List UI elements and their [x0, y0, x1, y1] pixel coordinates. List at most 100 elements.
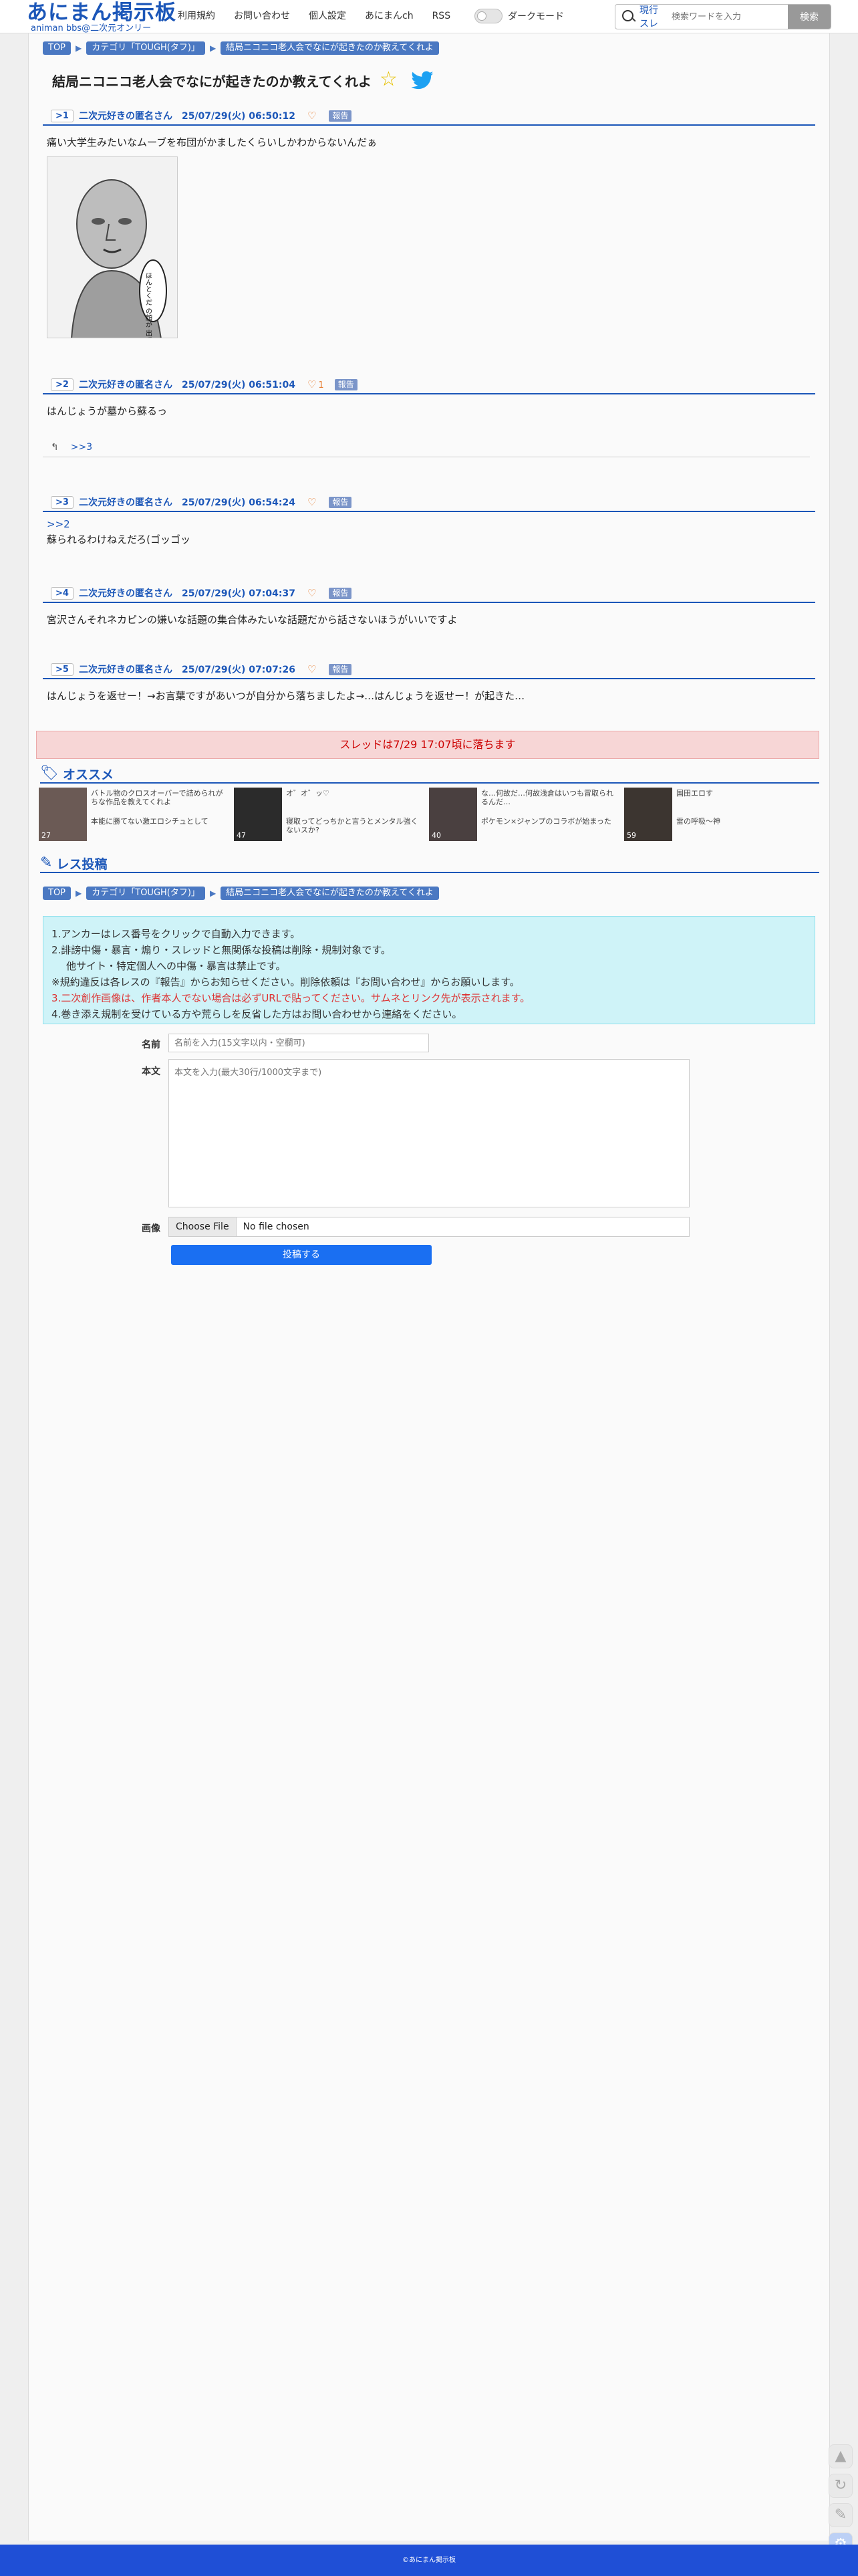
nav-rss[interactable]: RSS	[432, 9, 451, 23]
site-footer: ©あにまん掲示板	[0, 2545, 858, 2576]
post: >2 二次元好きの匿名さん 25/07/29(火) 06:51:04 ♡ 1 報告…	[43, 376, 815, 419]
breadcrumb-thread[interactable]: 結局ニコニコ老人会でなにが起きたのか教えてくれよ	[221, 887, 439, 900]
toggle-switch[interactable]	[474, 9, 503, 23]
recommend-thumbnail[interactable]: 27	[39, 788, 87, 841]
post-author: 二次元好きの匿名さん	[78, 588, 172, 599]
post-header: >4 二次元好きの匿名さん 25/07/29(火) 07:04:37 ♡ 報告	[43, 584, 815, 603]
search-scope[interactable]: 現行スレ	[639, 3, 666, 30]
post-number[interactable]: >3	[51, 495, 74, 509]
scroll-top-icon[interactable]: ▲	[829, 2444, 853, 2468]
post-date: 25/07/29(火) 06:50:12	[181, 111, 295, 122]
post-body: はんじょうが墓から蘇るっ	[47, 405, 168, 417]
post-header: >2 二次元好きの匿名さん 25/07/29(火) 06:51:04 ♡ 1 報告	[43, 376, 815, 394]
chevron-right-icon: ▶	[209, 889, 217, 898]
recommend-title-text[interactable]: 国田エロす	[676, 789, 814, 798]
chevron-right-icon: ▶	[76, 43, 82, 53]
bald-man-drawing: ほんとくだ の顔が 出てきた	[47, 157, 177, 338]
post-number[interactable]: >1	[51, 109, 74, 122]
rule-line: 1.アンカーはレス番号をクリックで自動入力できます。	[51, 928, 301, 940]
recommend-heading: 🏷 オススメ	[40, 765, 819, 784]
recommend-title-text[interactable]: バトル物のクロスオーバーで詰められがちな作品を教えてくれよ	[91, 789, 229, 806]
report-button[interactable]: 報告	[329, 587, 352, 599]
report-button[interactable]: 報告	[329, 663, 352, 675]
recommend-sub-text[interactable]: 雷の呼吸～神	[676, 817, 814, 826]
twitter-share-icon[interactable]	[410, 71, 434, 91]
rule-line: 3.二次創作画像は、作者本人でない場合は必ずURLで貼ってください。サムネとリン…	[51, 992, 531, 1004]
rule-line: ※規約違反は各レスの『報告』からお知らせください。削除依頼は『お問い合わせ』から…	[51, 976, 520, 988]
post: >4 二次元好きの匿名さん 25/07/29(火) 07:04:37 ♡ 報告 …	[43, 584, 815, 627]
report-button[interactable]: 報告	[329, 110, 352, 122]
post-form-title: レス投稿	[56, 856, 108, 872]
recommend-thumbnail[interactable]: 59	[624, 788, 672, 841]
logo-sub: animan bbs@二次元オンリー	[31, 23, 152, 33]
recommend-sub-text[interactable]: ポケモン×ジャンプのコラボが始まった	[481, 817, 619, 826]
like-heart-icon[interactable]: ♡	[307, 110, 318, 122]
reply-link[interactable]: >>3	[71, 442, 92, 453]
reply-arrow-icon: ↰	[51, 441, 59, 453]
thread-title: 結局ニコニコ老人会でなにが起きたのか教えてくれよ	[52, 74, 372, 90]
site-logo[interactable]: あにまん掲示板 animan bbs@二次元オンリー	[27, 1, 176, 33]
edit-icon[interactable]: ✎	[829, 2503, 853, 2527]
breadcrumb: TOP ▶ カテゴリ「TOUGH(タフ)」 ▶ 結局ニコニコ老人会でなにが起きた…	[43, 887, 439, 900]
post-date: 25/07/29(火) 07:04:37	[181, 588, 295, 599]
post-number[interactable]: >2	[51, 378, 74, 391]
breadcrumb-top[interactable]: TOP	[43, 887, 72, 900]
anchor-link[interactable]: >>2	[47, 517, 815, 531]
submit-button[interactable]: 投稿する	[171, 1245, 432, 1265]
reload-icon[interactable]: ↻	[829, 2474, 853, 2498]
body-textarea[interactable]	[168, 1059, 690, 1207]
search-icon	[618, 7, 638, 27]
recommend-title-text[interactable]: な…何故だ…何故浅倉はいつも冒取られるんだ…	[481, 789, 619, 806]
favorite-star-icon[interactable]: ☆	[380, 70, 398, 90]
recommend-thumbnail[interactable]: 47	[234, 788, 282, 841]
post-author: 二次元好きの匿名さん	[78, 380, 172, 390]
speech-bubble-text: ほんとくだ の顔が 出てきた	[144, 272, 152, 338]
recommend-sub-text[interactable]: 本能に勝てない激エロシチュとして	[91, 817, 229, 826]
recommend-sub-text[interactable]: 寝取ってどっちかと言うとメンタル強くないスか?	[286, 817, 424, 834]
post-number[interactable]: >4	[51, 586, 74, 600]
post-author: 二次元好きの匿名さん	[78, 111, 172, 122]
choose-file-button[interactable]: Choose File	[169, 1217, 237, 1236]
recommend-list: 27 バトル物のクロスオーバーで詰められがちな作品を教えてくれよ 本能に勝てない…	[39, 788, 821, 845]
search-input[interactable]	[672, 11, 772, 22]
dark-mode-label: ダークモード	[508, 11, 564, 22]
name-field[interactable]	[168, 1034, 429, 1052]
file-status: No file chosen	[243, 1221, 309, 1232]
nav-settings[interactable]: 個人設定	[309, 9, 346, 23]
breadcrumb-thread[interactable]: 結局ニコニコ老人会でなにが起きたのか教えてくれよ	[221, 41, 439, 55]
post-body: 痛い大学生みたいなムーブを布団がかましたくらいしかわからないんだぁ	[47, 136, 378, 148]
post-number[interactable]: >5	[51, 663, 74, 676]
image-file-input[interactable]: Choose File No file chosen	[168, 1217, 690, 1237]
like-heart-icon[interactable]: ♡	[307, 587, 318, 599]
like-heart-icon[interactable]: ♡	[307, 663, 318, 675]
recommend-item[interactable]: 27 バトル物のクロスオーバーで詰められがちな作品を教えてくれよ 本能に勝てない…	[39, 788, 234, 845]
post-date: 25/07/29(火) 07:07:26	[181, 665, 295, 675]
report-button[interactable]: 報告	[329, 496, 352, 508]
reply-bar: ↰ >>3	[43, 437, 810, 457]
recommend-item[interactable]: 40 な…何故だ…何故浅倉はいつも冒取られるんだ… ポケモン×ジャンプのコラボが…	[429, 788, 624, 845]
breadcrumb-category[interactable]: カテゴリ「TOUGH(タフ)」	[86, 41, 205, 55]
search-button[interactable]: 検索	[788, 5, 831, 29]
rule-line: 他サイト・特定個人への中傷・暴言は禁止です。	[66, 960, 286, 972]
like-heart-icon[interactable]: ♡	[307, 496, 318, 508]
recommend-thumbnail[interactable]: 40	[429, 788, 477, 841]
recommend-item[interactable]: 59 国田エロす 雷の呼吸～神	[624, 788, 819, 845]
post-body: はんじょうを返せー！→お言葉ですがあいつが自分から落ちましたよ→…はんじょうを返…	[47, 690, 525, 702]
breadcrumb-category[interactable]: カテゴリ「TOUGH(タフ)」	[86, 887, 205, 900]
like-heart-icon[interactable]: ♡ 1	[307, 378, 324, 390]
image-label: 画像	[142, 1223, 160, 1234]
report-button[interactable]: 報告	[334, 378, 358, 390]
breadcrumb-top[interactable]: TOP	[43, 41, 72, 55]
site-header: あにまん掲示板 animan bbs@二次元オンリー 利用規約 お問い合わせ 個…	[0, 0, 858, 33]
recommend-title-text[interactable]: オ゛オ゛ッ♡	[286, 789, 424, 798]
post: >3 二次元好きの匿名さん 25/07/29(火) 06:54:24 ♡ 報告 …	[43, 493, 815, 547]
nav-terms[interactable]: 利用規約	[178, 9, 215, 23]
comment-count: 59	[627, 831, 636, 840]
post-image[interactable]: ほんとくだ の顔が 出てきた	[47, 156, 178, 338]
nav-animanch[interactable]: あにまんch	[365, 9, 414, 23]
dark-mode-toggle[interactable]: ダークモード	[474, 9, 564, 23]
post-date: 25/07/29(火) 06:51:04	[181, 380, 295, 390]
recommend-item[interactable]: 47 オ゛オ゛ッ♡ 寝取ってどっちかと言うとメンタル強くないスか?	[234, 788, 429, 845]
nav-contact[interactable]: お問い合わせ	[234, 9, 290, 23]
post-body: 蘇られるわけねえだろ(ゴッゴッ	[47, 534, 190, 546]
